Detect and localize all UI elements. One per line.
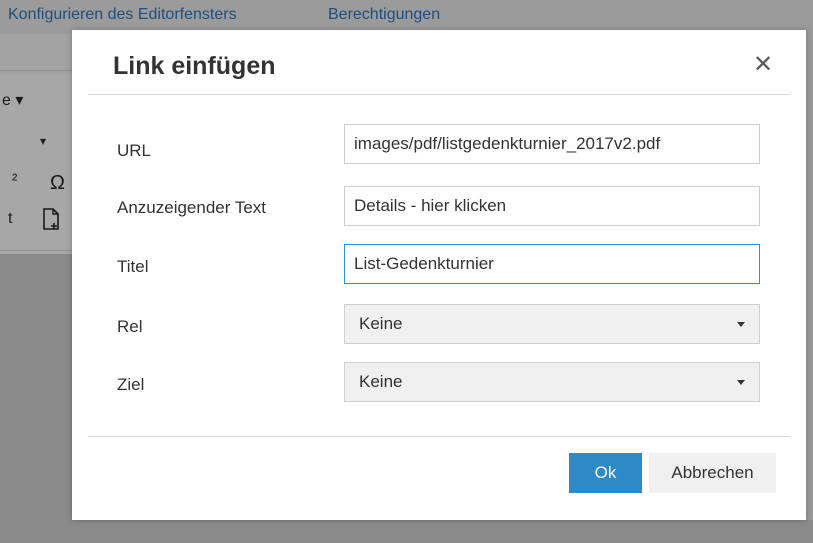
cancel-button[interactable]: Abbrechen: [649, 453, 776, 493]
title-label: Titel: [117, 257, 149, 276]
target-selected-value: Keine: [359, 372, 403, 391]
chevron-down-icon: [737, 322, 745, 327]
target-select[interactable]: Keine: [344, 362, 760, 402]
target-label: Ziel: [117, 375, 145, 394]
divider: [88, 436, 790, 437]
url-input[interactable]: [344, 124, 760, 164]
close-icon[interactable]: ✕: [750, 52, 776, 78]
rel-select[interactable]: Keine: [344, 304, 760, 344]
divider: [88, 94, 790, 95]
divider: [0, 250, 72, 251]
url-label: URL: [117, 141, 152, 160]
tab-configure-editor[interactable]: Konfigurieren des Editorfensters: [8, 6, 237, 24]
display-text-label: Anzuzeigender Text: [117, 198, 267, 217]
display-text-input[interactable]: [344, 186, 760, 226]
tab-permissions[interactable]: Berechtigungen: [328, 6, 440, 24]
new-document-icon[interactable]: [42, 208, 60, 235]
editor-background-right: [806, 30, 813, 520]
text-tool-icon[interactable]: t: [8, 210, 12, 228]
omega-special-char-icon[interactable]: Ω: [50, 172, 65, 195]
superscript-icon[interactable]: ²: [12, 172, 17, 190]
format-dropdown[interactable]: e ▾: [2, 90, 23, 110]
dialog-title: Link einfügen: [113, 52, 276, 80]
rel-selected-value: Keine: [359, 314, 403, 333]
ok-button[interactable]: Ok: [569, 453, 642, 493]
insert-link-dialog: Link einfügen ✕ URL Anzuzeigender Text T…: [72, 30, 806, 520]
rel-label: Rel: [117, 317, 143, 336]
chevron-down-icon[interactable]: ▾: [40, 134, 46, 148]
chevron-down-icon: [737, 380, 745, 385]
title-input[interactable]: [344, 244, 760, 284]
editor-toolbar-left: e ▾ ▾ ² Ω t: [0, 74, 72, 254]
editor-tab-bar: Konfigurieren des Editorfensters Berecht…: [0, 0, 813, 34]
